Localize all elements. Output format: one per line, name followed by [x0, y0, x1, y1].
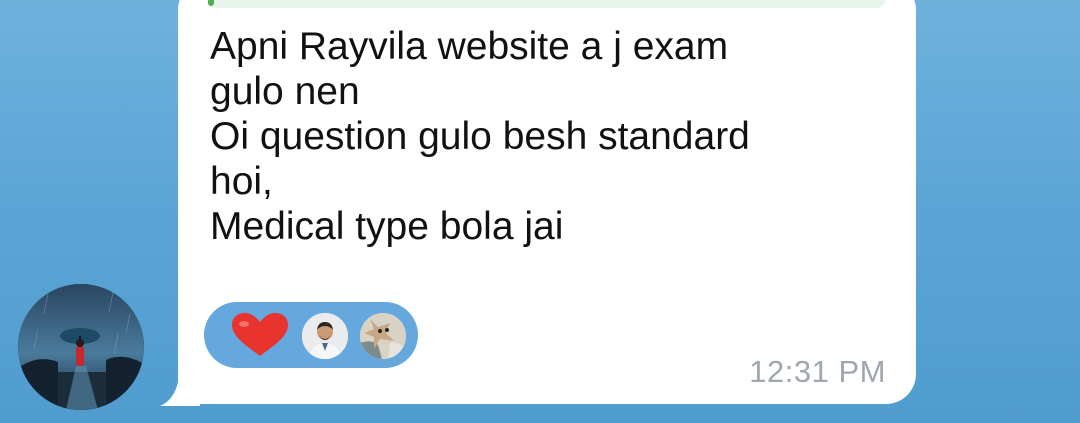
reactor-avatar-image — [360, 313, 406, 359]
chat-area[interactable]: Apni Rayvila website a j exam gulo nen O… — [0, 0, 1080, 423]
message-line: Apni Rayvila website a j exam — [210, 25, 729, 68]
message-timestamp: 12:31 PM — [749, 354, 886, 389]
message-line: hoi, — [210, 160, 273, 203]
reactor-avatar[interactable] — [358, 311, 408, 361]
message-text: Apni Rayvila website a j exam gulo nen O… — [210, 24, 890, 249]
heart-emoji-icon — [232, 313, 288, 356]
sender-avatar-image — [18, 284, 144, 410]
reaction-pill[interactable] — [204, 302, 418, 368]
sender-avatar[interactable] — [18, 284, 144, 410]
reply-quote-accent — [208, 0, 214, 6]
reactor-avatar-image — [302, 313, 348, 359]
message-line: Oi question gulo besh standard — [210, 115, 750, 158]
message-line: Medical type bola jai — [210, 205, 564, 248]
reactor-avatar[interactable] — [300, 311, 350, 361]
message-line: gulo nen — [210, 70, 360, 113]
reply-quote[interactable] — [208, 0, 886, 8]
